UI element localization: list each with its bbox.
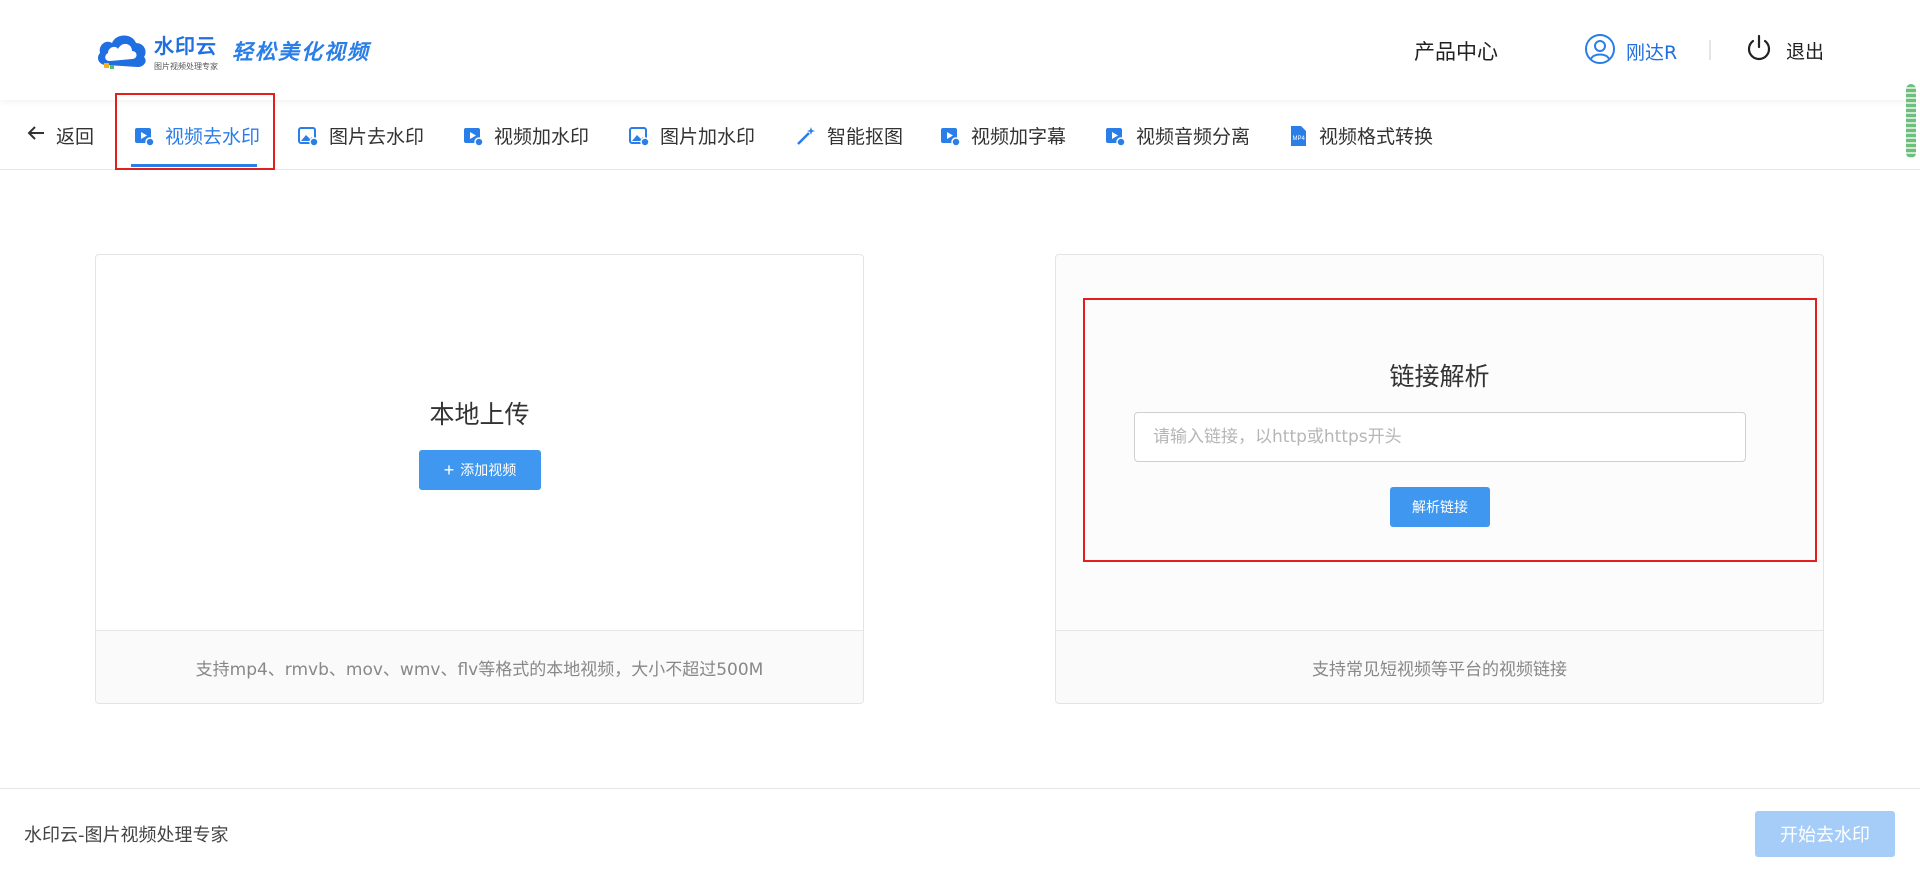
- tab-label: 视频加水印: [494, 126, 590, 148]
- product-center-link[interactable]: 产品中心: [1414, 36, 1498, 66]
- top-header: 水印云 图片视频处理专家 轻松美化视频 产品中心 刚达R 退出: [0, 0, 1920, 100]
- add-video-label: 添加视频: [460, 462, 517, 478]
- scrollbar-thumb[interactable]: [1906, 84, 1916, 158]
- video-subtitle-icon: [939, 125, 961, 147]
- local-upload-card: 本地上传 + 添加视频 支持mp4、rmvb、mov、wmv、flv等格式的本地…: [95, 254, 864, 704]
- tab-label: 智能抠图: [827, 126, 904, 148]
- logout-label: 退出: [1786, 40, 1825, 63]
- back-label: 返回: [56, 126, 95, 148]
- tab-video-audio-split[interactable]: 视频音频分离: [1104, 122, 1250, 149]
- cloud-logo-icon: [94, 29, 150, 73]
- arrow-left-icon: [26, 123, 46, 148]
- logo[interactable]: 水印云 图片视频处理专家 轻松美化视频: [94, 28, 370, 74]
- mp4-file-icon: MP4: [1287, 125, 1309, 147]
- logo-name: 水印云: [154, 34, 217, 58]
- tab-video-subtitle[interactable]: 视频加字幕: [939, 122, 1066, 149]
- start-remove-watermark-button[interactable]: 开始去水印: [1755, 811, 1895, 857]
- user-menu[interactable]: 刚达R: [1584, 33, 1677, 69]
- tool-tabs: 返回 视频去水印 图片去水印 视频加水印 图片加水印 智能抠图 视频加字幕 视频…: [0, 100, 1920, 170]
- tab-video-add-watermark[interactable]: 视频加水印: [462, 122, 589, 149]
- tab-image-add-watermark[interactable]: 图片加水印: [628, 122, 755, 149]
- image-add-icon: [628, 125, 650, 147]
- power-icon: [1744, 33, 1774, 67]
- header-divider: [1709, 40, 1711, 60]
- logout-button[interactable]: 退出: [1744, 33, 1824, 67]
- highlight-box-link-parse: [1083, 298, 1817, 562]
- bottom-bar: 水印云-图片视频处理专家 开始去水印: [0, 788, 1920, 874]
- link-parse-note: 支持常见短视频等平台的视频链接: [1056, 630, 1823, 703]
- tab-label: 视频格式转换: [1319, 126, 1434, 148]
- image-icon: [297, 125, 319, 147]
- video-add-icon: [462, 125, 484, 147]
- svg-text:MP4: MP4: [1293, 136, 1306, 142]
- username: 刚达R: [1626, 41, 1678, 64]
- tab-label: 图片去水印: [329, 126, 425, 148]
- highlight-box-tab: [115, 93, 275, 170]
- user-avatar-icon: [1584, 33, 1616, 69]
- back-button[interactable]: 返回: [26, 122, 94, 149]
- add-video-button[interactable]: + 添加视频: [419, 450, 541, 490]
- logo-subtitle: 图片视频处理专家: [154, 62, 218, 71]
- local-upload-title: 本地上传: [429, 400, 530, 429]
- tab-image-remove-watermark[interactable]: 图片去水印: [297, 122, 424, 149]
- tab-label: 视频加字幕: [971, 126, 1067, 148]
- tab-label: 图片加水印: [660, 126, 756, 148]
- tab-video-format-convert[interactable]: MP4 视频格式转换: [1287, 122, 1433, 149]
- local-upload-note: 支持mp4、rmvb、mov、wmv、flv等格式的本地视频，大小不超过500M: [96, 630, 863, 703]
- logo-slogan: 轻松美化视频: [232, 39, 370, 64]
- footer-brand: 水印云-图片视频处理专家: [24, 825, 229, 846]
- tab-smart-cutout[interactable]: 智能抠图: [795, 122, 903, 149]
- magic-wand-icon: [795, 125, 817, 147]
- video-audio-icon: [1104, 125, 1126, 147]
- plus-icon: +: [443, 460, 455, 480]
- tab-label: 视频音频分离: [1136, 126, 1251, 148]
